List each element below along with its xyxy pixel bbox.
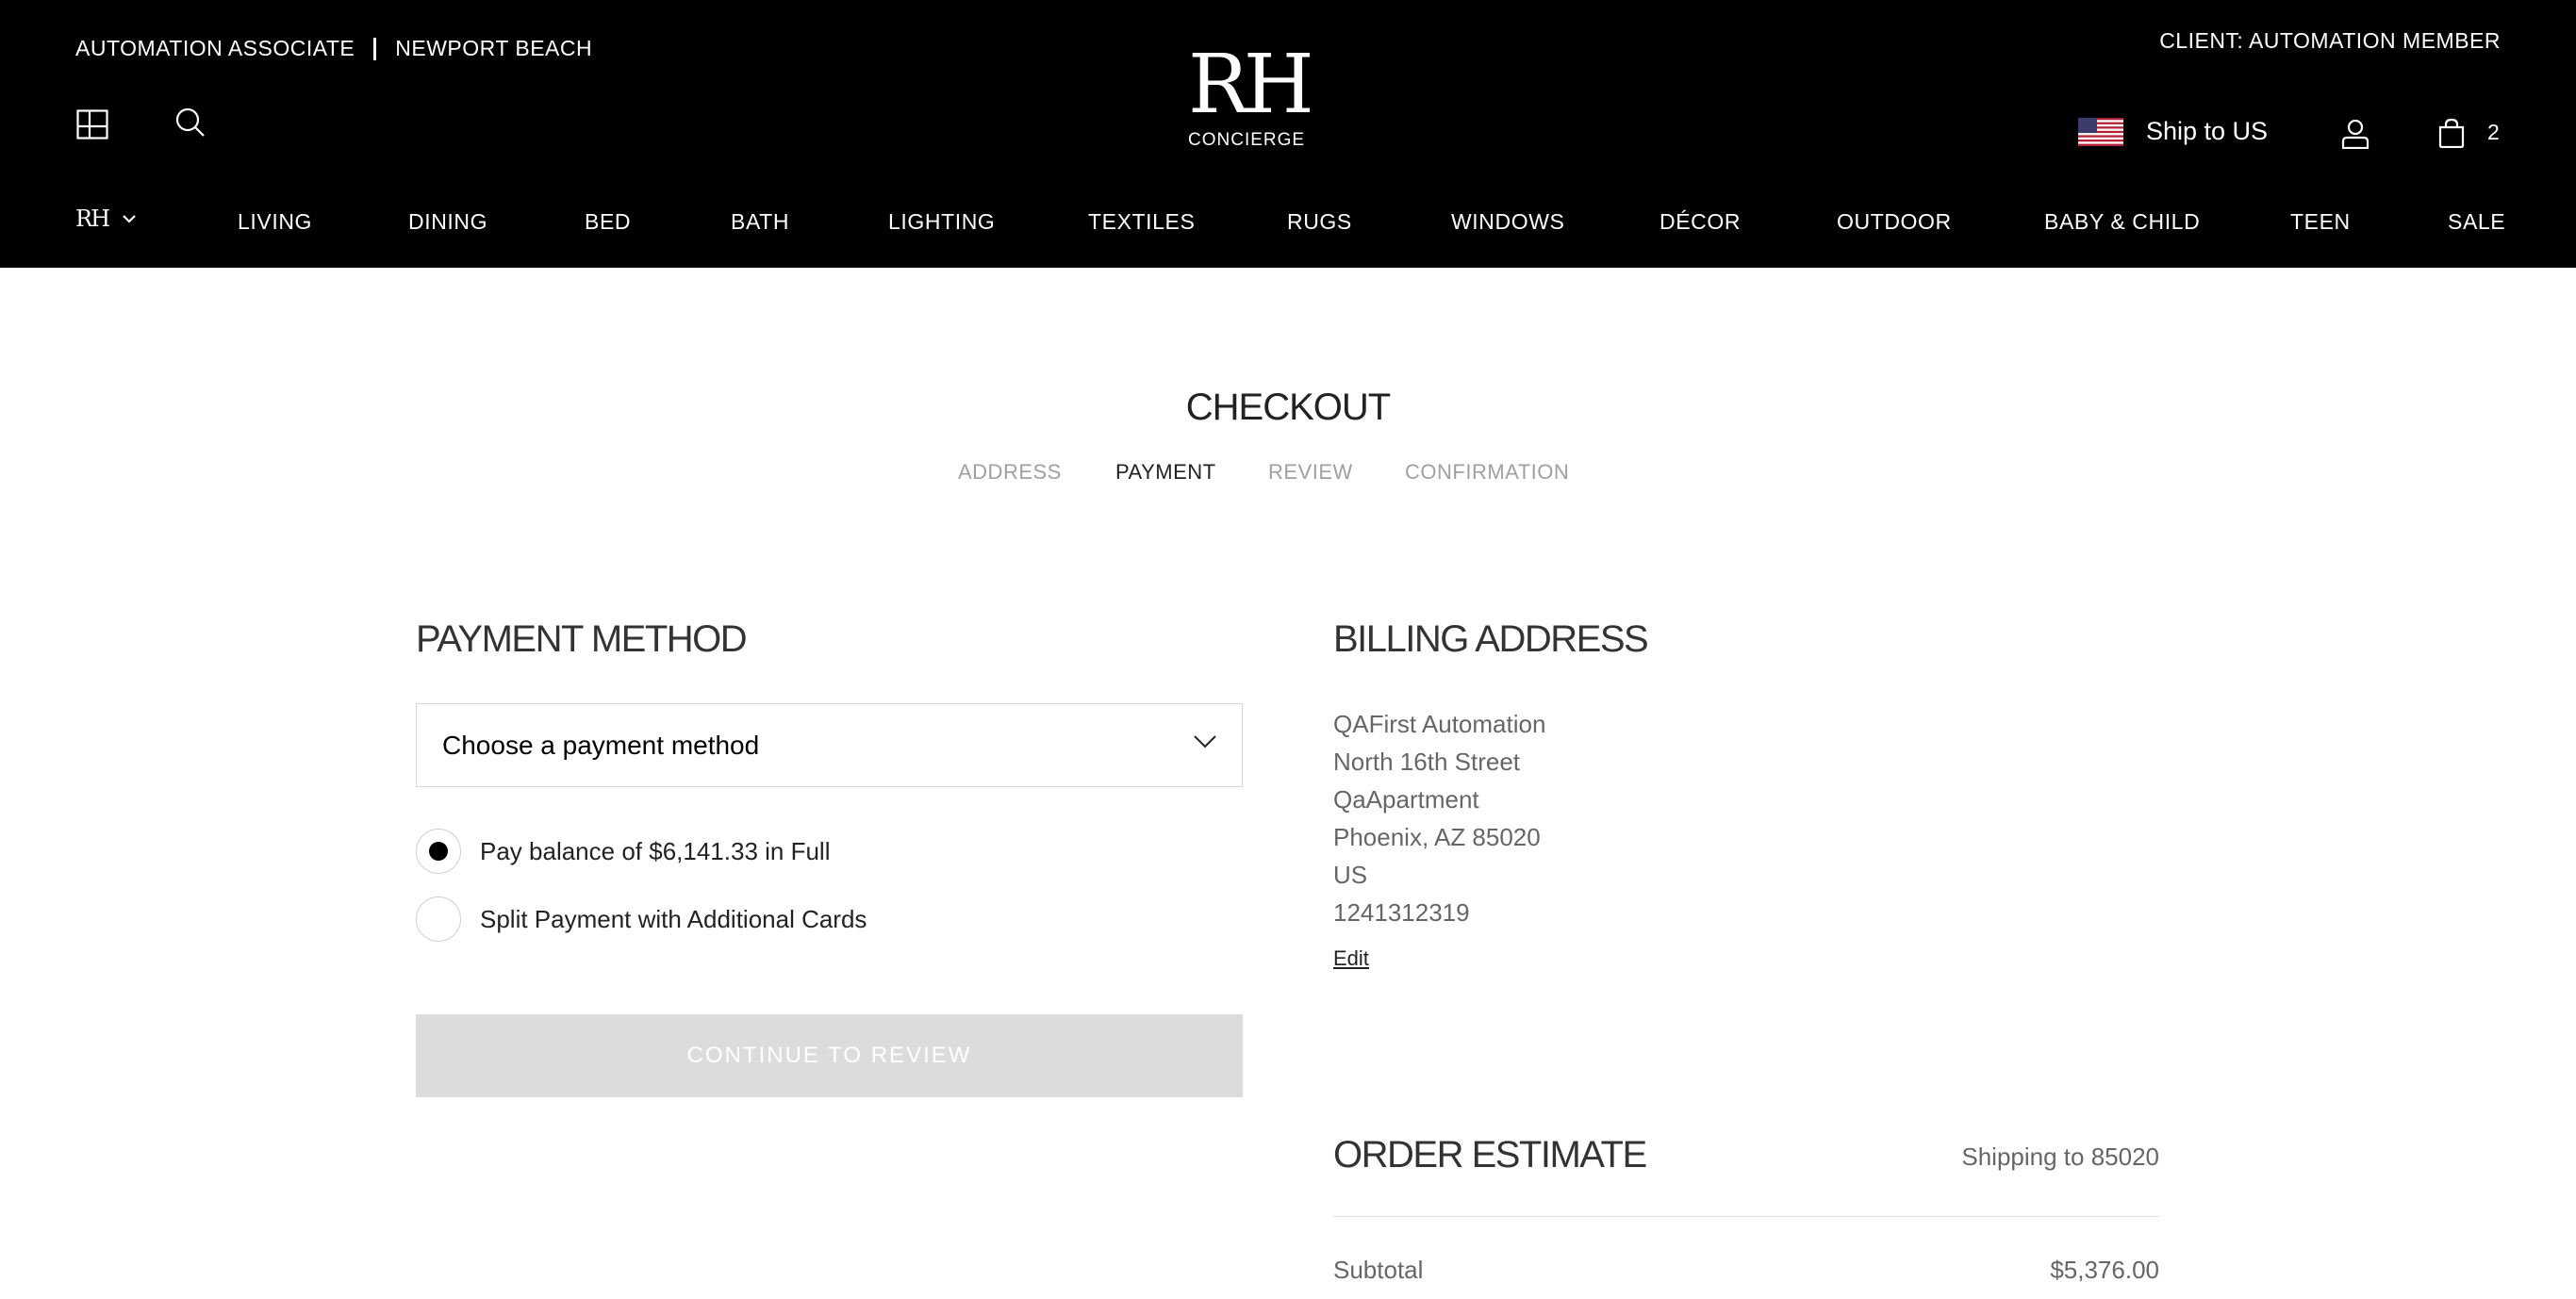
split-payment-label[interactable]: Split Payment with Additional Cards	[480, 905, 867, 934]
brand-switch-logo: RH	[75, 206, 110, 232]
step-review: REVIEW	[1268, 460, 1353, 484]
pay-full-option[interactable]: Pay balance of $6,141.33 in Full	[416, 829, 830, 874]
subtotal-label: Subtotal	[1333, 1256, 1424, 1284]
nav-item-rugs[interactable]: RUGS	[1287, 209, 1352, 235]
order-divider	[1333, 1216, 2160, 1217]
pay-full-radio[interactable]	[416, 829, 461, 874]
nav-item-decor[interactable]: DÉCOR	[1660, 209, 1741, 235]
billing-line: Phoenix, AZ 85020	[1333, 823, 1541, 851]
nav-item-dining[interactable]: DINING	[408, 209, 487, 235]
payment-method-title: PAYMENT METHOD	[416, 618, 748, 660]
billing-line: North 16th Street	[1333, 748, 1520, 776]
nav-item-teen[interactable]: TEEN	[2290, 209, 2351, 235]
nav-item-outdoor[interactable]: OUTDOOR	[1837, 209, 1952, 235]
account-icon[interactable]	[2337, 115, 2374, 153]
cart-icon[interactable]	[2433, 114, 2470, 152]
cart-count[interactable]: 2	[2487, 120, 2500, 145]
nav-item-bed[interactable]: BED	[585, 209, 631, 235]
nav-item-bath[interactable]: BATH	[731, 209, 789, 235]
search-icon[interactable]	[172, 104, 209, 141]
billing-address-block: QAFirst Automation North 16th Street QaA…	[1333, 705, 1545, 931]
edit-billing-link[interactable]: Edit	[1333, 946, 1369, 971]
logo-mark: RH	[1188, 38, 1314, 132]
billing-line: QAFirst Automation	[1333, 710, 1546, 738]
brand-switcher[interactable]: RH	[75, 206, 137, 232]
step-address[interactable]: ADDRESS	[958, 460, 1062, 485]
associate-location[interactable]: NEWPORT BEACH	[395, 36, 592, 61]
continue-to-review-button[interactable]: CONTINUE TO REVIEW	[416, 1014, 1243, 1097]
nav-item-sale[interactable]: SALE	[2448, 209, 2505, 235]
pay-full-label[interactable]: Pay balance of $6,141.33 in Full	[480, 837, 830, 866]
logo-subtitle: CONCIERGE	[1188, 130, 1306, 150]
nav-item-windows[interactable]: WINDOWS	[1451, 209, 1564, 235]
order-estimate-title: ORDER ESTIMATE	[1333, 1134, 1647, 1176]
rh-concierge-logo[interactable]: RH CONCIERGE	[1188, 38, 1314, 151]
us-flag-icon	[2078, 117, 2123, 146]
billing-line: US	[1333, 861, 1368, 889]
payment-method-select[interactable]: Choose a payment method	[416, 703, 1243, 787]
associate-info: AUTOMATION ASSOCIATE NEWPORT BEACH	[75, 36, 592, 61]
nav-item-baby-child[interactable]: BABY & CHILD	[2044, 209, 2200, 235]
associate-name: AUTOMATION ASSOCIATE	[75, 36, 355, 60]
subtotal-value: $5,376.00	[2050, 1256, 2159, 1284]
nav-item-living[interactable]: LIVING	[238, 209, 312, 235]
ship-to-label: Ship to US	[2146, 117, 2269, 145]
site-header: AUTOMATION ASSOCIATE NEWPORT BEACH CLIEN…	[0, 0, 2576, 268]
radio-selected-dot	[429, 842, 448, 861]
step-payment: PAYMENT	[1115, 460, 1216, 484]
checkout-title: CHECKOUT	[1185, 386, 1391, 428]
payment-method-value: Choose a payment method	[442, 731, 760, 760]
grid-icon[interactable]	[74, 106, 111, 143]
ship-to-selector[interactable]: Ship to US	[2078, 117, 2268, 146]
nav-item-lighting[interactable]: LIGHTING	[888, 209, 995, 235]
split-payment-option[interactable]: Split Payment with Additional Cards	[416, 896, 867, 942]
nav-item-textiles[interactable]: TEXTILES	[1088, 209, 1195, 235]
associate-separator	[373, 37, 377, 60]
billing-line: QaApartment	[1333, 785, 1479, 814]
shipping-to-zip[interactable]: Shipping to 85020	[1961, 1143, 2159, 1172]
chevron-down-icon	[123, 215, 136, 223]
chevron-down-icon	[1194, 735, 1216, 748]
main-nav: RH LIVING DINING BED BATH LIGHTING TEXTI…	[0, 198, 2576, 245]
billing-address-title: BILLING ADDRESS	[1333, 618, 1649, 660]
billing-line: 1241312319	[1333, 898, 1470, 927]
client-name[interactable]: CLIENT: AUTOMATION MEMBER	[2159, 28, 2501, 54]
step-confirmation: CONFIRMATION	[1405, 460, 1570, 484]
split-payment-radio[interactable]	[416, 896, 461, 942]
